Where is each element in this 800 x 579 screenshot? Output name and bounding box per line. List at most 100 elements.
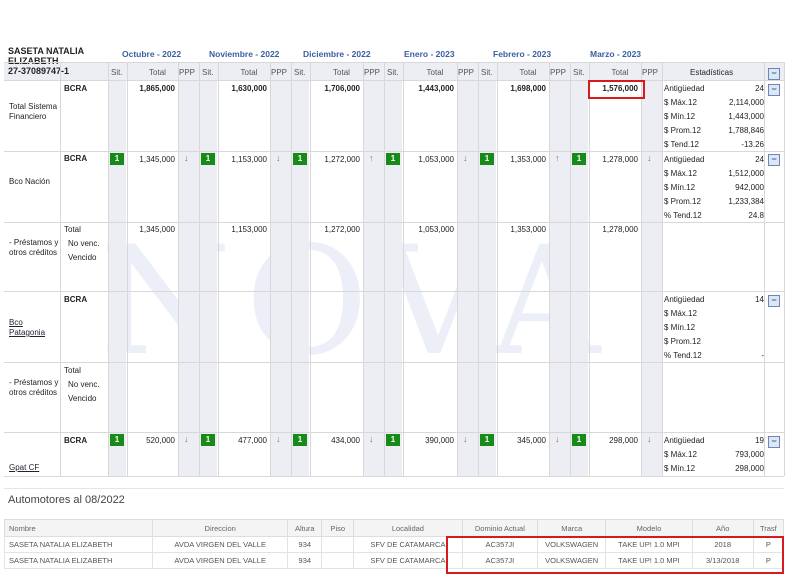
collapse-gpat-button[interactable]: − bbox=[768, 436, 780, 448]
person-name: SASETA NATALIA ELIZABETH bbox=[8, 46, 84, 66]
arrow-down-icon: ↓ bbox=[647, 153, 652, 163]
stat-label: $ Tend.12 bbox=[664, 140, 699, 149]
gpat-source: BCRA bbox=[64, 436, 88, 445]
month-total: 1,630,000 bbox=[231, 84, 267, 93]
automotores-cell bbox=[321, 536, 355, 553]
month-total: 520,000 bbox=[146, 436, 175, 445]
sit-col-bg bbox=[292, 80, 309, 476]
stat-label: % Tend.12 bbox=[664, 351, 702, 360]
stat-label: $ Mín.12 bbox=[664, 464, 696, 473]
total-sistema-source: BCRA bbox=[64, 84, 88, 93]
automotores-col-header: Año bbox=[691, 519, 754, 537]
month-total: 298,000 bbox=[609, 436, 638, 445]
ppp-col-bg bbox=[271, 80, 291, 476]
month-total: 477,000 bbox=[238, 436, 267, 445]
month-total: 1,353,000 bbox=[510, 155, 546, 164]
gpat-cf-link[interactable]: Gpat CF bbox=[9, 463, 39, 473]
divider bbox=[403, 62, 404, 476]
ppp-col-bg bbox=[550, 80, 570, 476]
automotores-cell bbox=[321, 552, 355, 569]
ppp-col-header: PPP bbox=[364, 68, 381, 77]
bp-sub-novenc-label: No venc. bbox=[68, 380, 100, 389]
arrow-down-icon: ↓ bbox=[463, 434, 468, 444]
sit-col-bg bbox=[385, 80, 402, 476]
stat-label: Antigüedad bbox=[664, 295, 705, 304]
ppp-col-bg bbox=[642, 80, 662, 476]
situation-badge: 1 bbox=[572, 153, 586, 165]
automotores-cell: SASETA NATALIA ELIZABETH bbox=[3, 552, 154, 569]
situation-badge: 1 bbox=[480, 434, 494, 446]
collapse-bco-patagonia-button[interactable]: − bbox=[768, 295, 780, 307]
divider bbox=[764, 62, 765, 476]
month-total: 1,272,000 bbox=[324, 225, 360, 234]
divider bbox=[589, 62, 590, 476]
automotores-col-header: Altura bbox=[287, 519, 323, 537]
situation-badge: 1 bbox=[201, 153, 215, 165]
divider bbox=[4, 151, 784, 152]
collapse-all-button[interactable]: − bbox=[768, 68, 780, 80]
divider bbox=[497, 62, 498, 476]
arrow-down-icon: ↓ bbox=[555, 434, 560, 444]
bn-sub-total-label: Total bbox=[64, 225, 81, 234]
ppp-col-bg bbox=[458, 80, 478, 476]
automotores-col-header: Dominio Actual bbox=[461, 519, 539, 537]
stat-label: $ Mín.12 bbox=[664, 183, 696, 192]
divider bbox=[662, 62, 663, 476]
stat-value: 24 bbox=[755, 84, 764, 93]
sit-col-bg bbox=[479, 80, 496, 476]
month-total: 434,000 bbox=[331, 436, 360, 445]
sit-col-header: Sit. bbox=[387, 68, 399, 77]
ppp-col-header: PPP bbox=[642, 68, 659, 77]
month-header-dec: Diciembre - 2022 bbox=[303, 49, 371, 59]
automotores-col-header: Marca bbox=[537, 519, 607, 537]
month-header-feb: Febrero - 2023 bbox=[493, 49, 552, 59]
automotores-cell: AVDA VIRGEN DEL VALLE bbox=[152, 536, 289, 553]
stat-label: $ Prom.12 bbox=[664, 337, 701, 346]
total-sistema-label: Total Sistema Financiero bbox=[9, 102, 58, 121]
arrow-down-icon: ↓ bbox=[369, 434, 374, 444]
automotores-title: Automotores al 08/2022 bbox=[8, 494, 125, 506]
total-col-header: Total bbox=[333, 68, 350, 77]
ppp-col-header: PPP bbox=[271, 68, 288, 77]
automotores-cell: 934 bbox=[287, 552, 323, 569]
automotores-col-header: Localidad bbox=[353, 519, 463, 537]
automotores-col-header: Direccion bbox=[152, 519, 289, 537]
divider bbox=[4, 222, 784, 223]
automotores-header-row: Nombre Direccion Altura Piso Localidad Domini… bbox=[3, 519, 785, 537]
collapse-bco-nacion-button[interactable]: − bbox=[768, 154, 780, 166]
month-header-oct: Octubre - 2022 bbox=[122, 49, 182, 59]
collapse-total-sistema-button[interactable]: − bbox=[768, 84, 780, 96]
arrow-down-icon: ↓ bbox=[276, 434, 281, 444]
total-col-header: Total bbox=[426, 68, 444, 77]
person-header: SASETA NATALIA ELIZABETH 27-37089747-1 bbox=[8, 46, 108, 76]
month-total: 1,698,000 bbox=[510, 84, 546, 93]
ppp-col-header: PPP bbox=[458, 68, 475, 77]
situation-badge: 1 bbox=[572, 434, 586, 446]
bp-prestamos-label: - Préstamos y otros créditos bbox=[9, 378, 59, 397]
stat-label: Antigüedad bbox=[664, 436, 705, 445]
person-cuit: 27-37089747-1 bbox=[8, 66, 70, 76]
stat-label: $ Máx.12 bbox=[664, 98, 697, 107]
automotores-col-header: Nombre bbox=[3, 519, 154, 537]
stat-value: 298,000 bbox=[735, 464, 764, 473]
situation-badge: 1 bbox=[110, 434, 124, 446]
bn-sub-novenc-label: No venc. bbox=[68, 239, 100, 248]
stat-value: 942,000 bbox=[735, 183, 764, 192]
total-col-header: Total bbox=[149, 68, 166, 77]
bco-patagonia-link[interactable]: Bco Patagonia bbox=[9, 318, 59, 338]
sit-col-header: Sit. bbox=[202, 68, 214, 77]
bp-sub-total-label: Total bbox=[64, 366, 81, 375]
ppp-col-header: PPP bbox=[179, 68, 196, 77]
situation-badge: 1 bbox=[480, 153, 494, 165]
stat-value: 19 bbox=[755, 436, 764, 445]
month-total: 1,053,000 bbox=[418, 155, 454, 164]
divider bbox=[218, 62, 219, 476]
bn-prestamos-label: - Préstamos y otros créditos bbox=[9, 238, 59, 257]
sit-col-header: Sit. bbox=[481, 68, 493, 77]
situation-badge: 1 bbox=[386, 434, 400, 446]
situation-badge: 1 bbox=[110, 153, 124, 165]
month-total: 1,345,000 bbox=[139, 225, 175, 234]
month-total: 1,278,000 bbox=[602, 225, 638, 234]
ppp-col-header: PPP bbox=[550, 68, 567, 77]
ppp-col-bg bbox=[179, 80, 199, 476]
